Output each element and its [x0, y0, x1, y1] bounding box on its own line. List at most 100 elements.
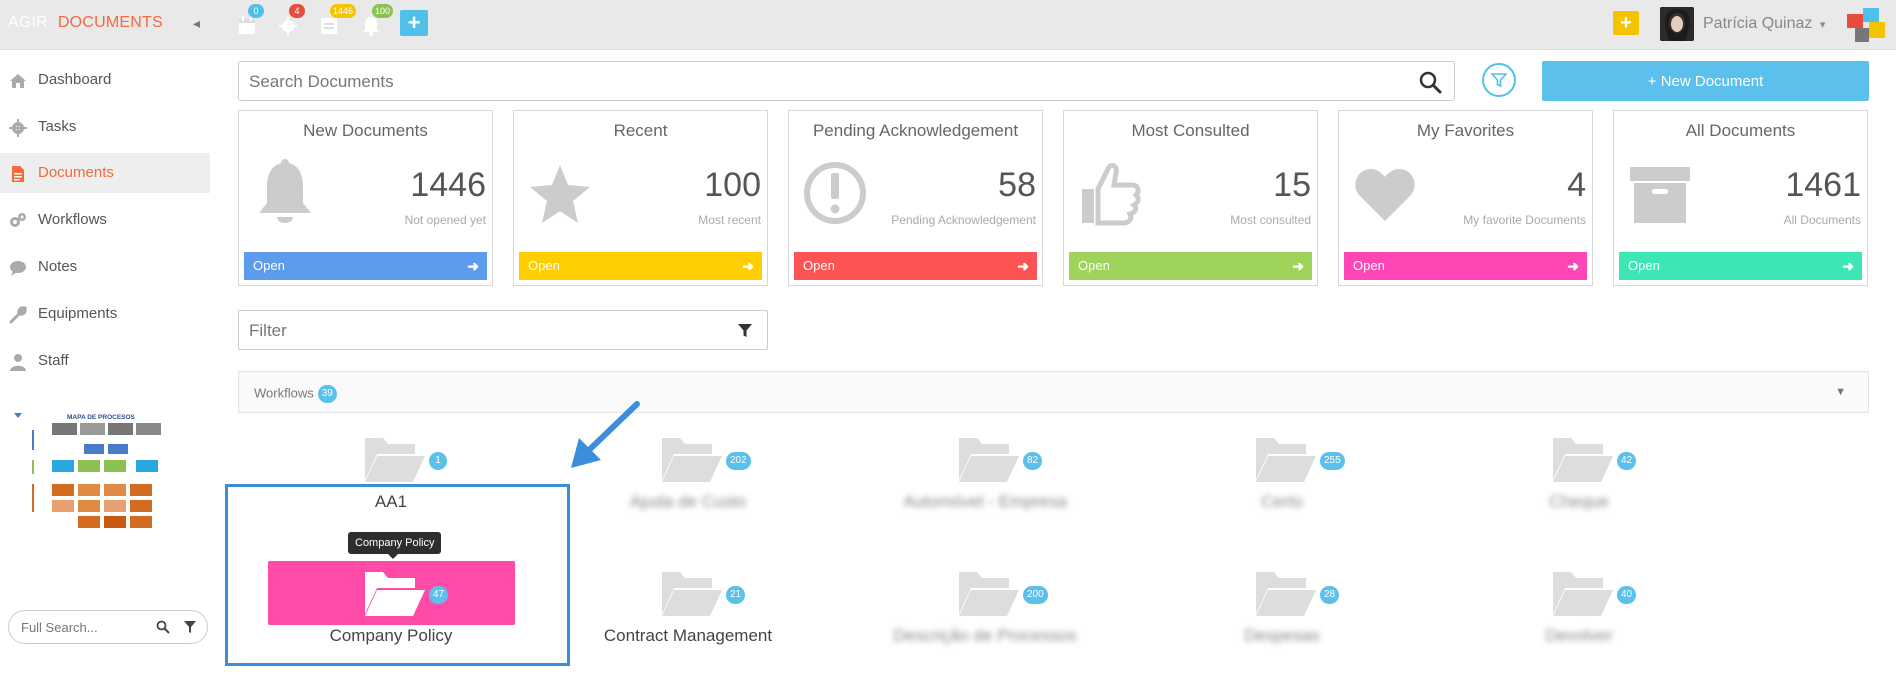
gear-icon[interactable]: 4 — [279, 4, 305, 36]
folder-name: Descrição de Processos — [893, 626, 1077, 645]
gear-icon — [9, 119, 27, 137]
sidebar-item-documents[interactable]: Documents — [0, 153, 210, 193]
folder-name: Automóvel - Empresa — [903, 492, 1067, 511]
user-menu[interactable]: Patrícia Quinaz ▾ — [1703, 15, 1825, 33]
workflows-section-header[interactable]: Workflows 39 ▼ — [238, 371, 1869, 413]
sidebar-item-dashboard[interactable]: Dashboard — [0, 60, 210, 100]
new-document-button[interactable]: + New Document — [1542, 61, 1869, 101]
document-icon[interactable]: 1446 — [320, 4, 357, 36]
open-my-favorites-button[interactable]: Open ➜ — [1344, 252, 1587, 280]
caret-down-icon[interactable]: ▼ — [1835, 386, 1846, 398]
folder-name: Devolver — [1545, 626, 1613, 645]
folder-item[interactable]: 42 Cheque — [1459, 432, 1699, 552]
home-icon — [10, 74, 26, 88]
open-all-documents-button[interactable]: Open ➜ — [1619, 252, 1862, 280]
arrow-right-icon: ➜ — [1842, 258, 1854, 274]
arrow-right-icon: ➜ — [742, 258, 754, 274]
sidebar-item-label: Workflows — [38, 211, 107, 228]
full-search — [8, 610, 208, 644]
archive-icon — [1630, 167, 1690, 223]
card-subtitle: All Documents — [1783, 213, 1861, 227]
card-pending-acknowledgement: Pending Acknowledgement 58 Pending Ackno… — [788, 110, 1043, 286]
filter — [238, 310, 768, 350]
folder-item[interactable]: 200 Descrição de Processos — [865, 566, 1105, 686]
folder-open-icon — [662, 438, 722, 482]
card-value: 58 — [998, 166, 1036, 204]
bell-icon — [259, 159, 311, 223]
card-my-favorites: My Favorites 4 My favorite Documents Ope… — [1338, 110, 1593, 286]
brand[interactable]: AGIR DOCUMENTS — [8, 14, 163, 32]
full-search-input[interactable] — [21, 617, 146, 637]
quick-add-button[interactable]: + — [1613, 11, 1639, 35]
sidebar-item-label: Documents — [38, 164, 114, 181]
open-most-consulted-button[interactable]: Open ➜ — [1069, 252, 1312, 280]
folder-name: Despesas — [1244, 626, 1320, 645]
card-subtitle: Pending Acknowledgement — [891, 213, 1036, 227]
search-documents-input[interactable] — [249, 71, 1399, 93]
folder-item[interactable]: 255 Certo — [1162, 432, 1402, 552]
folder-contract-management[interactable]: 21 Contract Management — [568, 566, 808, 686]
folder-count-badge: 82 — [1023, 452, 1043, 470]
search-icon[interactable] — [1418, 70, 1442, 94]
open-new-documents-button[interactable]: Open ➜ — [244, 252, 487, 280]
folder-count-badge: 255 — [1320, 452, 1345, 470]
sidebar-item-workflows[interactable]: Workflows — [0, 200, 210, 240]
card-value: 15 — [1273, 166, 1311, 204]
card-title: All Documents — [1685, 121, 1796, 140]
folder-open-icon — [1553, 572, 1613, 616]
sidebar-item-label: Tasks — [38, 118, 77, 135]
folder-count-badge: 1 — [429, 452, 447, 470]
brand-documents: DOCUMENTS — [57, 14, 163, 31]
folder-name: Cheque — [1549, 492, 1609, 511]
filter-icon[interactable] — [737, 323, 753, 339]
sidebar-item-label: Staff — [38, 352, 69, 369]
sidebar-item-equipments[interactable]: Equipments — [0, 294, 210, 334]
folder-open-icon — [1256, 572, 1316, 616]
search-icon[interactable] — [156, 620, 170, 634]
folder-count-badge: 202 — [726, 452, 751, 470]
open-recent-button[interactable]: Open ➜ — [519, 252, 762, 280]
wrench-icon — [9, 306, 27, 324]
sidebar-item-notes[interactable]: Notes — [0, 247, 210, 287]
filter-icon[interactable] — [183, 620, 197, 634]
filter-button[interactable] — [1482, 63, 1516, 97]
open-label: Open — [1628, 258, 1660, 273]
folder-open-icon — [1256, 438, 1316, 482]
avatar[interactable] — [1660, 7, 1694, 41]
exclamation-circle-icon — [804, 162, 866, 224]
folder-count-badge: 42 — [1617, 452, 1637, 470]
sidebar-item-label: Dashboard — [38, 71, 112, 88]
chevron-left-icon[interactable]: ◂ — [193, 15, 200, 32]
sidebar-item-label: Notes — [38, 258, 78, 275]
folder-item[interactable]: 28 Despesas — [1162, 566, 1402, 686]
bell-icon[interactable]: 100 — [362, 4, 394, 36]
process-map-thumbnail[interactable]: MAPA DE PROCESOS — [12, 410, 182, 535]
annotation-arrow-icon — [571, 401, 640, 468]
sidebar-item-tasks[interactable]: Tasks — [0, 107, 210, 147]
sidebar-item-staff[interactable]: Staff — [0, 341, 210, 381]
folder-item[interactable]: 82 Automóvel - Empresa — [865, 432, 1105, 552]
process-map-title: MAPA DE PROCESOS — [67, 414, 136, 421]
folder-open-icon — [1553, 438, 1613, 482]
card-value: 1446 — [410, 166, 486, 204]
sidebar: Dashboard Tasks Documents Workflows Note… — [0, 50, 210, 686]
folder-open-icon — [959, 438, 1019, 482]
open-pending-acknowledgement-button[interactable]: Open ➜ — [794, 252, 1037, 280]
folder-item[interactable]: 40 Devolver — [1459, 566, 1699, 686]
annotation-highlight-box — [225, 484, 570, 666]
notifications-badge: 100 — [372, 4, 394, 18]
calendar-icon[interactable]: 0 — [238, 4, 264, 36]
comment-icon — [10, 261, 26, 276]
card-title: Most Consulted — [1131, 121, 1250, 140]
card-title: My Favorites — [1416, 121, 1515, 140]
card-value: 100 — [704, 166, 761, 204]
arrow-right-icon: ➜ — [1017, 258, 1029, 274]
folder-name: Certo — [1261, 492, 1303, 511]
filter-input[interactable] — [249, 320, 729, 342]
add-button[interactable]: + — [400, 10, 428, 36]
folder-open-icon — [662, 572, 722, 616]
folder-count-badge: 200 — [1023, 586, 1048, 604]
open-label: Open — [253, 258, 285, 273]
arrow-right-icon: ➜ — [467, 258, 479, 274]
arrow-right-icon: ➜ — [1567, 258, 1579, 274]
